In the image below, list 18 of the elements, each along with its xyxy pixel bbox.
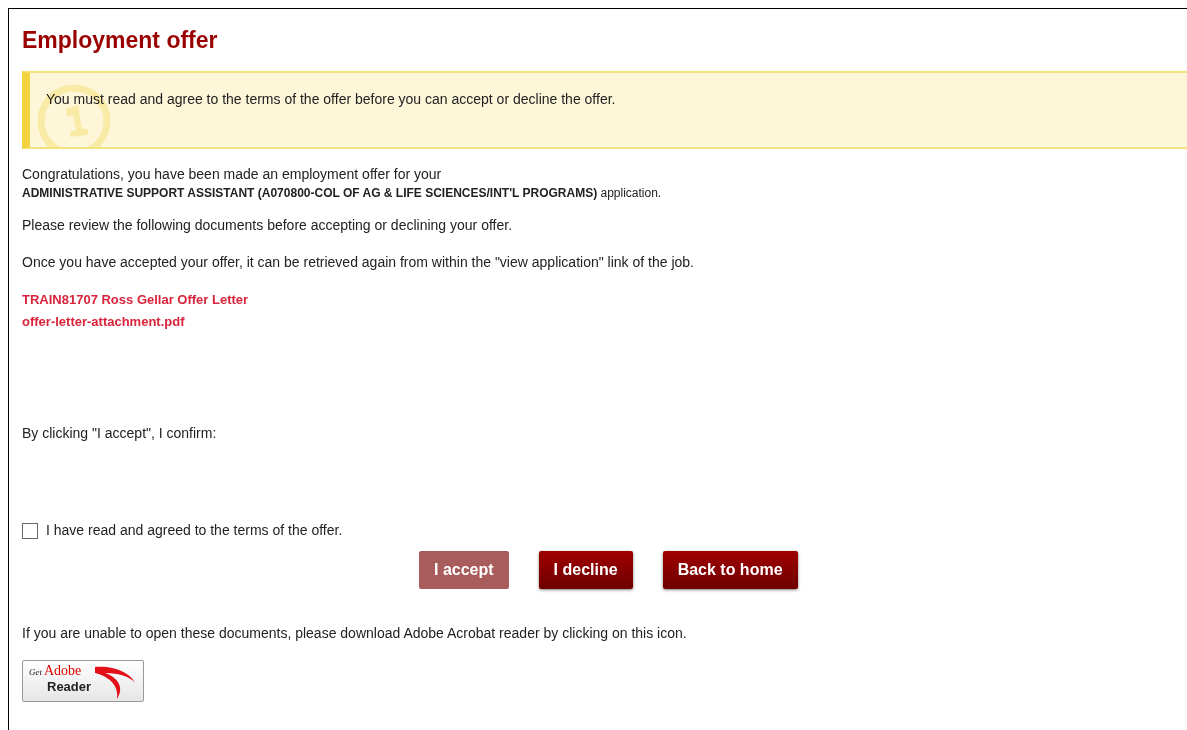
position-text: ADMINISTRATIVE SUPPORT ASSISTANT (A070800-COL OF AG & LIFE SCIENCES/INT'L PROGRAMS) application. <box>22 185 663 201</box>
document-link[interactable]: TRAIN81707 Ross Gellar Offer Letter <box>22 289 249 311</box>
action-button[interactable]: I decline <box>538 551 633 589</box>
agree-checkbox[interactable] <box>22 522 38 539</box>
agree-label: I have read and agreed to the terms of the offer. <box>46 521 343 540</box>
badge-get-text: Get <box>29 668 42 677</box>
notice-text: You must read and agree to the terms of the offer before you can accept or decline the offer. <box>46 91 616 107</box>
confirm-text: By clicking "I accept", I confirm: <box>22 424 218 443</box>
document-link[interactable]: offer-letter-attachment.pdf <box>22 311 185 333</box>
reader-badge[interactable]: Get Adobe Reader <box>22 660 144 702</box>
action-button[interactable]: Back to home <box>662 551 798 589</box>
badge-brand-text: Adobe <box>44 664 82 678</box>
intro-text: Congratulations, you have been made an employment offer for your <box>22 165 443 183</box>
review-text: Please review the following documents before accepting or declining your offer. <box>22 216 514 235</box>
badge-product-text: Reader <box>47 680 93 693</box>
page-title: Employment offer <box>22 29 219 52</box>
download-text: If you are unable to open these documents, please download Adobe Acrobat reader by clicking on this icon. <box>22 624 688 643</box>
retrieve-text: Once you have accepted your offer, it can be retrieved again from within the "view application" link of the job. <box>22 253 695 272</box>
